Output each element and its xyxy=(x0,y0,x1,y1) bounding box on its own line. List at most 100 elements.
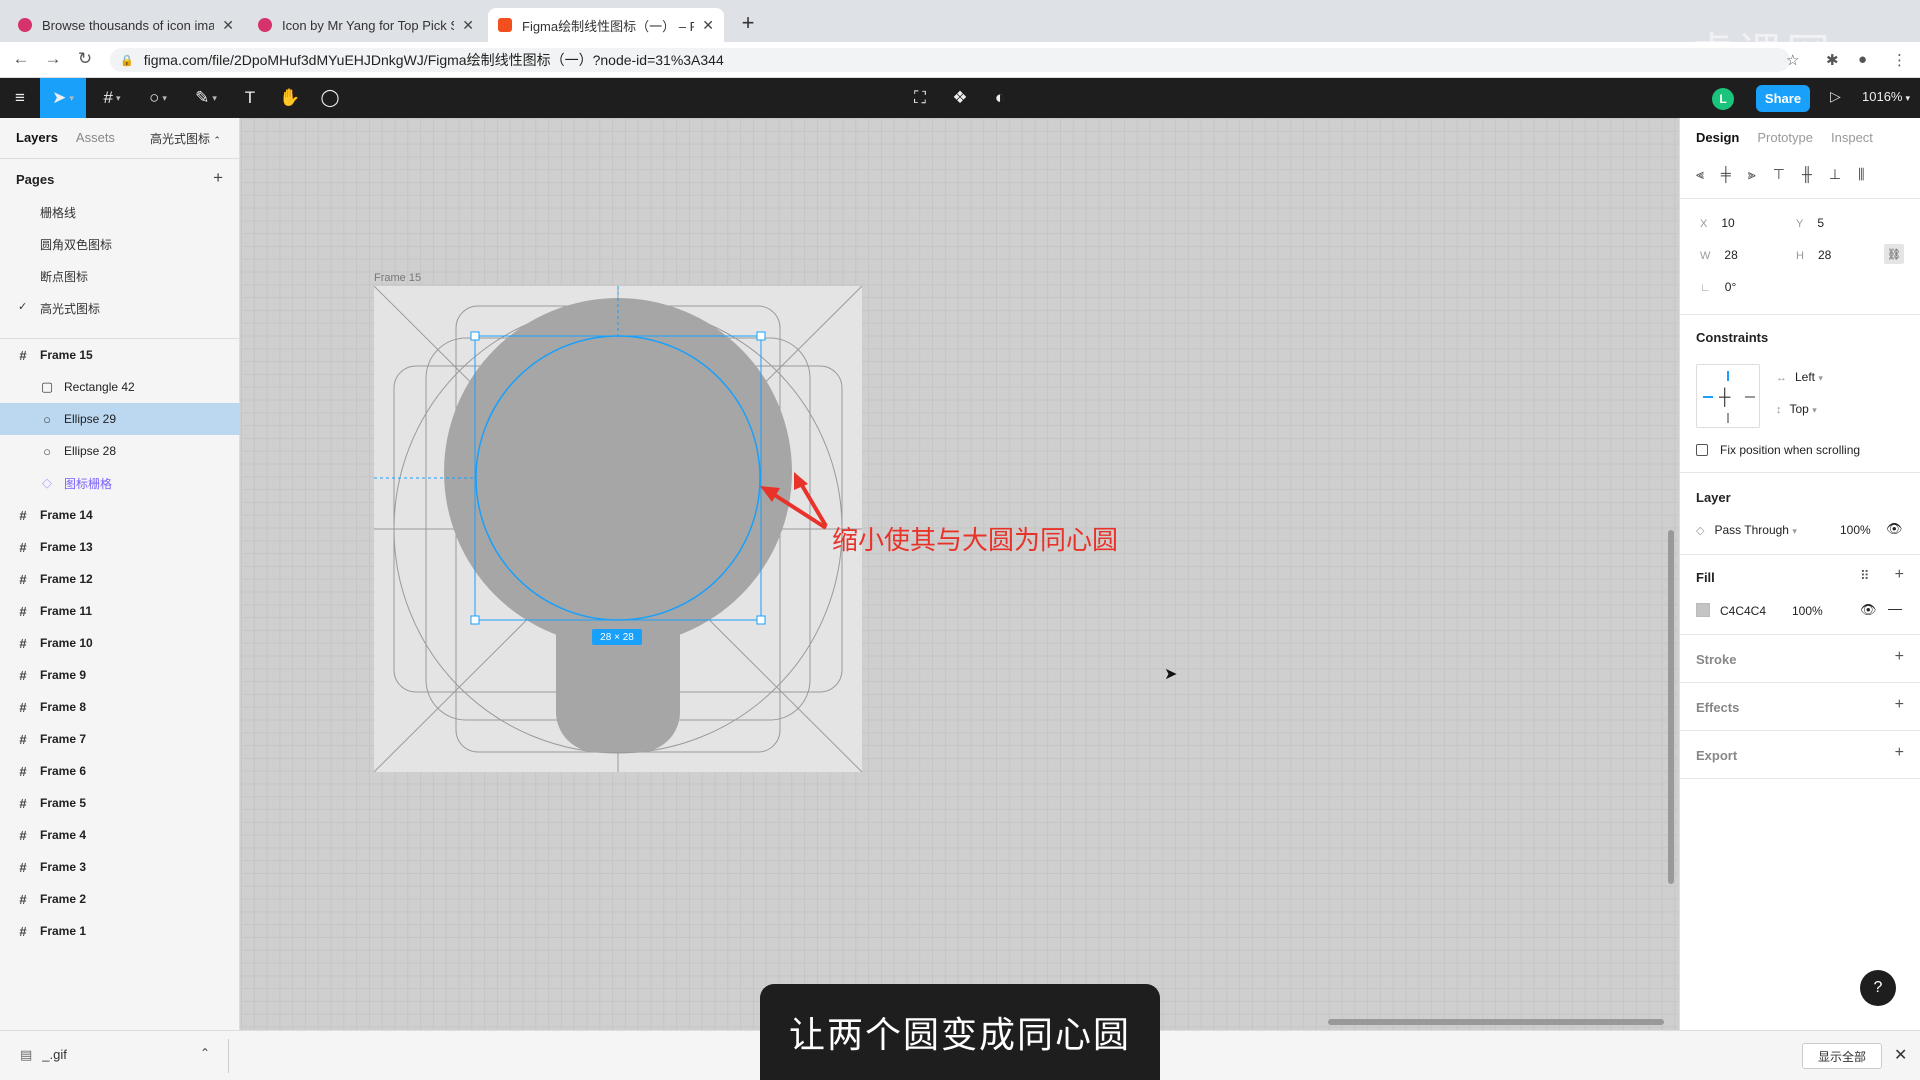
zoom-dropdown[interactable]: 1016% ▾ xyxy=(1862,89,1910,104)
layer-row[interactable]: ▢ Rectangle 42 xyxy=(0,371,240,403)
constraint-widget[interactable]: ┼ xyxy=(1696,364,1760,428)
avatar[interactable]: L xyxy=(1712,88,1734,110)
add-fill-icon[interactable]: + xyxy=(1895,566,1904,584)
styles-grid-icon[interactable]: ⠿ xyxy=(1860,568,1870,584)
distribute-icon[interactable]: ⫼ xyxy=(1858,166,1864,183)
tab-prototype[interactable]: Prototype xyxy=(1757,130,1813,145)
resize-handle[interactable] xyxy=(756,331,766,341)
layer-row[interactable]: # Frame 5 xyxy=(0,787,240,819)
height-field[interactable]: H 28 xyxy=(1796,248,1831,262)
add-effect-icon[interactable]: + xyxy=(1895,696,1904,714)
text-tool[interactable]: T xyxy=(232,78,268,118)
frame-label[interactable]: Frame 15 xyxy=(374,272,421,284)
hand-tool[interactable]: ✋ xyxy=(272,78,308,118)
add-page-icon[interactable]: + xyxy=(213,168,223,188)
constraint-top-bar[interactable] xyxy=(1727,371,1729,381)
back-icon[interactable]: ← xyxy=(10,49,32,69)
main-menu-icon[interactable]: ≡ xyxy=(0,78,40,118)
layer-row[interactable]: # Frame 11 xyxy=(0,595,240,627)
layer-row[interactable]: # Frame 6 xyxy=(0,755,240,787)
close-tab-icon[interactable]: ✕ xyxy=(222,17,234,34)
download-item[interactable]: ▤ _.gif xyxy=(20,1047,67,1063)
fill-hex-field[interactable]: C4C4C4 xyxy=(1720,604,1766,618)
extensions-icon[interactable]: ✱ xyxy=(1826,51,1839,69)
layer-opacity-field[interactable]: 100% xyxy=(1840,523,1871,537)
component-tool[interactable]: ❖ xyxy=(942,78,978,118)
y-field[interactable]: Y5 xyxy=(1796,216,1824,230)
layer-row[interactable]: # Frame 15 xyxy=(0,339,240,371)
eye-icon[interactable]: 👁 xyxy=(1886,521,1903,537)
vertical-constraint-dropdown[interactable]: ↕ Top ▾ xyxy=(1776,402,1817,416)
page-item-current[interactable]: 高光式图标 xyxy=(40,300,100,317)
layer-row[interactable]: # Frame 4 xyxy=(0,819,240,851)
fix-position-checkbox[interactable] xyxy=(1696,444,1708,456)
forward-icon[interactable]: → xyxy=(42,49,64,69)
add-stroke-icon[interactable]: + xyxy=(1895,648,1904,666)
layer-row[interactable]: # Frame 2 xyxy=(0,883,240,915)
align-left-icon[interactable]: ⫷ xyxy=(1696,166,1704,183)
browser-tab-3-active[interactable]: Figma绘制线性图标（一） – Fig ✕ xyxy=(488,8,724,42)
layer-row[interactable]: # Frame 13 xyxy=(0,531,240,563)
layer-row[interactable]: # Frame 8 xyxy=(0,691,240,723)
tab-inspect[interactable]: Inspect xyxy=(1831,130,1873,145)
tab-assets[interactable]: Assets xyxy=(76,130,115,145)
horizontal-scrollbar[interactable] xyxy=(1328,1019,1664,1025)
mask-tool[interactable]: ◐ xyxy=(982,78,1018,118)
align-top-icon[interactable]: ⊤ xyxy=(1773,166,1785,183)
eye-icon[interactable]: 👁 xyxy=(1860,602,1877,618)
layer-row[interactable]: # Frame 1 xyxy=(0,915,240,947)
page-item[interactable]: 圆角双色图标 xyxy=(40,236,112,253)
crop-tool[interactable]: ⛶ xyxy=(902,78,938,118)
layer-row[interactable]: # Frame 3 xyxy=(0,851,240,883)
layer-row[interactable]: # Frame 10 xyxy=(0,627,240,659)
vertical-scrollbar[interactable] xyxy=(1668,530,1674,884)
star-icon[interactable]: ☆ xyxy=(1786,51,1799,69)
menu-dots-icon[interactable]: ⋮ xyxy=(1892,51,1907,69)
resize-handle[interactable] xyxy=(470,331,480,341)
browser-tab-1[interactable]: Browse thousands of icon imag ✕ xyxy=(8,8,244,42)
page-item[interactable]: 断点图标 xyxy=(40,268,88,285)
align-bottom-icon[interactable]: ⊥ xyxy=(1829,166,1841,183)
share-button[interactable]: Share xyxy=(1756,85,1810,112)
resize-handle[interactable] xyxy=(756,615,766,625)
shape-tool[interactable]: ○ ▾ xyxy=(136,78,180,118)
tab-design[interactable]: Design xyxy=(1696,130,1739,145)
horizontal-constraint-dropdown[interactable]: ↔ Left ▾ xyxy=(1776,370,1823,384)
current-page-dropdown[interactable]: 高光式图标 ⌃ xyxy=(150,130,221,147)
ellipse-28-outer[interactable] xyxy=(444,298,792,646)
constraint-right-bar[interactable] xyxy=(1745,396,1755,398)
layer-row[interactable]: ◇ 图标栅格 xyxy=(0,467,240,499)
rotation-field[interactable]: ∟ 0° xyxy=(1700,280,1736,294)
move-tool[interactable]: ➤ ▾ xyxy=(40,78,86,118)
reload-icon[interactable]: ↻ xyxy=(74,49,96,69)
fill-opacity-field[interactable]: 100% xyxy=(1792,604,1823,618)
layer-row-selected[interactable]: ○ Ellipse 29 xyxy=(0,403,240,435)
remove-fill-icon[interactable]: — xyxy=(1888,600,1902,616)
layer-row[interactable]: # Frame 9 xyxy=(0,659,240,691)
fill-color-swatch[interactable] xyxy=(1696,603,1710,617)
show-all-button[interactable]: 显示全部 xyxy=(1802,1043,1882,1069)
align-middle-v-icon[interactable]: ╫ xyxy=(1802,166,1812,183)
url-field[interactable]: 🔒 figma.com/file/2DpoMHuf3dMYuEHJDnkgWJ/… xyxy=(110,48,1790,72)
close-tab-icon[interactable]: ✕ xyxy=(702,17,714,34)
align-center-h-icon[interactable]: ╪ xyxy=(1721,166,1731,183)
chevron-up-icon[interactable]: ⌃ xyxy=(200,1046,210,1060)
blend-mode-dropdown[interactable]: ◇ Pass Through ▾ xyxy=(1696,523,1797,537)
layer-row[interactable]: ○ Ellipse 28 xyxy=(0,435,240,467)
pen-tool[interactable]: ✎ ▾ xyxy=(184,78,228,118)
present-icon[interactable]: ▷ xyxy=(1830,88,1841,105)
close-tab-icon[interactable]: ✕ xyxy=(462,17,474,34)
frame-tool[interactable]: # ▾ xyxy=(92,78,132,118)
layer-row[interactable]: # Frame 12 xyxy=(0,563,240,595)
align-right-icon[interactable]: ⫸ xyxy=(1748,166,1756,183)
new-tab-icon[interactable]: + xyxy=(736,10,760,36)
constrain-proportions-icon[interactable]: ⛓ xyxy=(1884,244,1904,264)
x-field[interactable]: X 10 xyxy=(1700,216,1735,230)
constraint-bottom-bar[interactable] xyxy=(1727,413,1729,423)
help-button[interactable]: ? xyxy=(1860,970,1896,1006)
layer-row[interactable]: # Frame 7 xyxy=(0,723,240,755)
resize-handle[interactable] xyxy=(470,615,480,625)
close-icon[interactable]: ✕ xyxy=(1894,1045,1907,1065)
constraint-left-bar[interactable] xyxy=(1703,396,1713,398)
page-item[interactable]: 栅格线 xyxy=(40,204,76,221)
